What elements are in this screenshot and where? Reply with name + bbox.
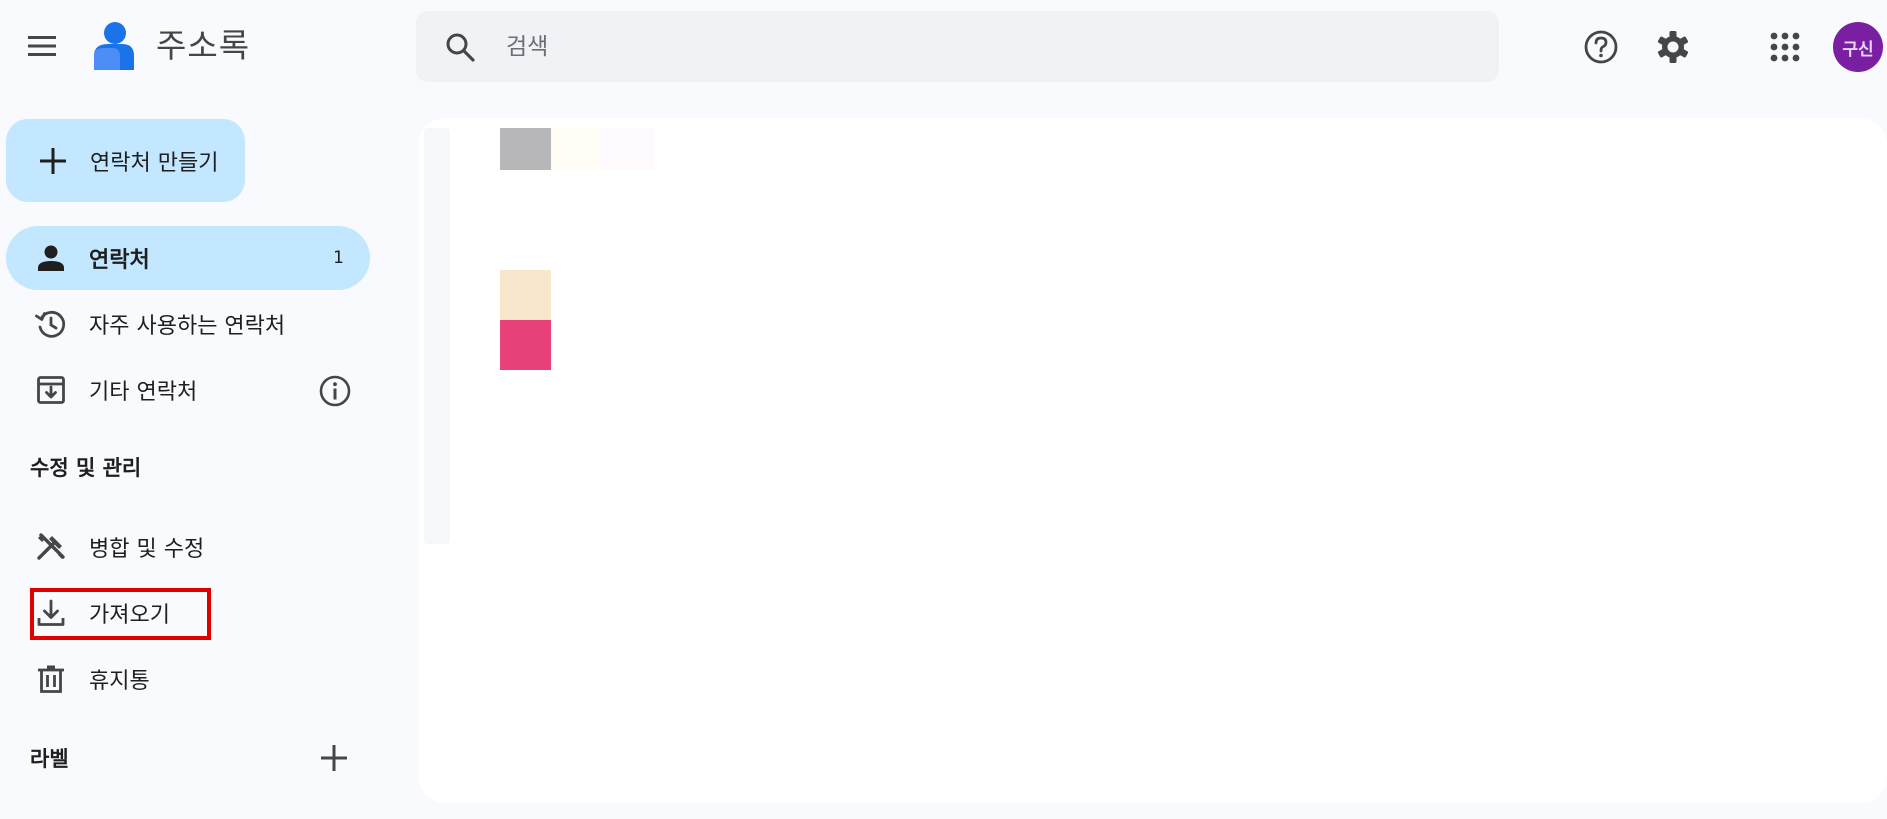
hamburger-menu-icon: [28, 36, 56, 56]
create-contact-label: 연락처 만들기: [90, 150, 219, 176]
contacts-logo-icon[interactable]: [90, 20, 138, 72]
main-menu-button[interactable]: [22, 26, 62, 66]
search-input[interactable]: [504, 22, 1468, 72]
info-icon[interactable]: [318, 374, 352, 408]
section-title-labels: 라벨: [30, 747, 69, 771]
loading-placeholder-block: [500, 320, 551, 370]
plus-icon: [321, 745, 347, 771]
contacts-count: 1: [333, 248, 344, 268]
trash-icon: [34, 662, 68, 696]
account-avatar[interactable]: 구신: [1833, 22, 1883, 72]
plus-icon: [40, 147, 66, 174]
section-title-manage: 수정 및 관리: [30, 456, 142, 480]
tools-icon: [34, 530, 68, 564]
google-apps-button[interactable]: [1766, 28, 1804, 66]
add-label-button[interactable]: [316, 740, 352, 776]
sidebar-item-label: 자주 사용하는 연락처: [89, 314, 286, 339]
loading-placeholder-block: [551, 128, 599, 170]
sidebar-item-frequent[interactable]: 자주 사용하는 연락처: [6, 292, 370, 356]
sidebar-item-label: 연락처: [89, 248, 150, 273]
create-contact-button[interactable]: 연락처 만들기: [6, 119, 245, 202]
sidebar-item-trash[interactable]: 휴지통: [6, 647, 370, 711]
loading-placeholder-block: [500, 270, 551, 320]
app-title: 주소록: [156, 26, 251, 65]
loading-placeholder-block: [500, 128, 551, 170]
list-gutter: [424, 128, 450, 544]
archive-download-icon: [34, 373, 68, 407]
sidebar-item-other-contacts[interactable]: 기타 연락처: [6, 358, 370, 422]
sidebar-item-merge-fix[interactable]: 병합 및 수정: [6, 515, 370, 579]
sidebar-item-label: 병합 및 수정: [89, 537, 205, 562]
search-icon[interactable]: [444, 31, 476, 63]
settings-button[interactable]: [1652, 26, 1694, 68]
help-icon: [1584, 30, 1618, 64]
sidebar-item-contacts[interactable]: 연락처 1: [6, 226, 370, 290]
help-button[interactable]: [1580, 26, 1622, 68]
history-icon: [34, 307, 68, 341]
person-icon: [34, 241, 68, 275]
gear-icon: [1657, 31, 1689, 63]
sidebar-item-label: 기타 연락처: [89, 380, 198, 405]
import-highlight-box: [30, 588, 211, 640]
loading-placeholder-block: [599, 128, 655, 170]
main-content-panel: [419, 118, 1887, 803]
sidebar-item-label: 휴지통: [89, 669, 150, 694]
apps-grid-icon: [1770, 32, 1800, 62]
